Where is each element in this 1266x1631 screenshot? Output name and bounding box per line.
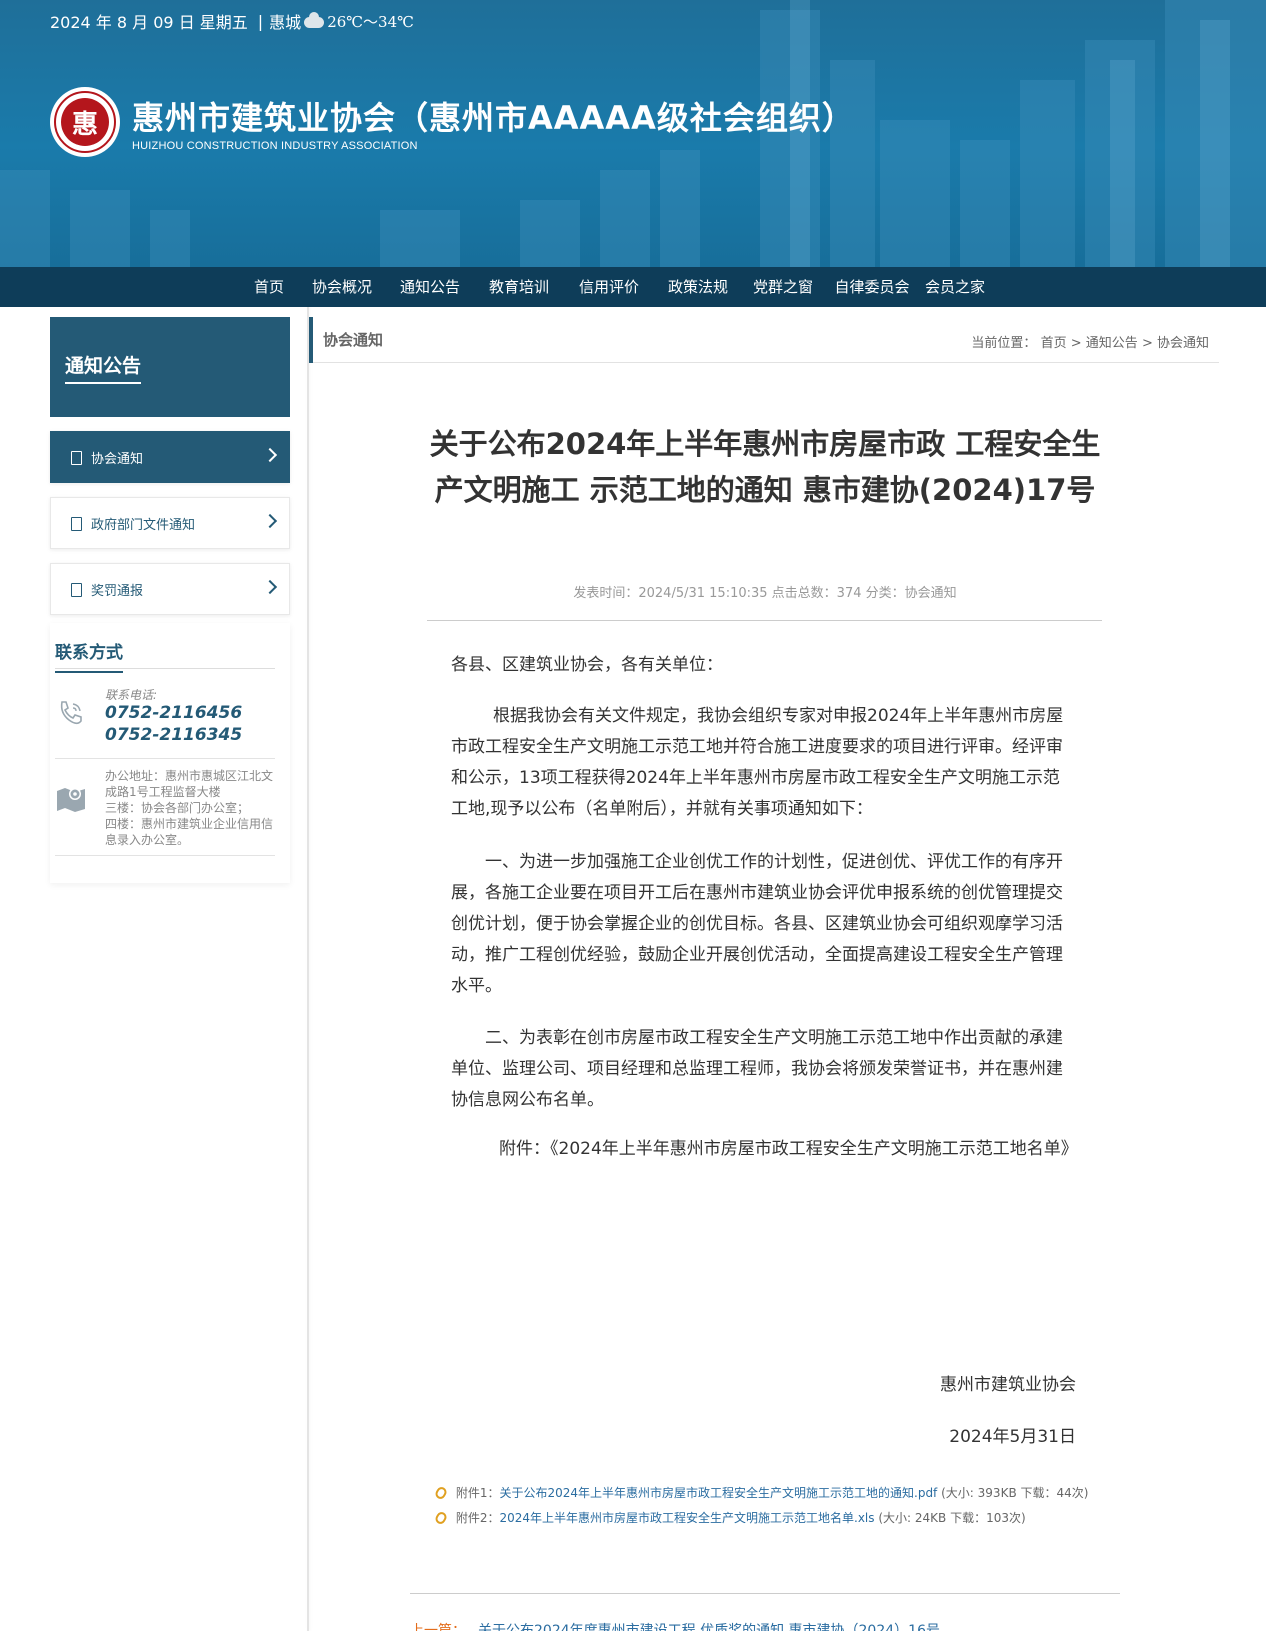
- signature: 惠州市建筑业协会: [940, 1375, 1076, 1395]
- breadcrumb-prefix: 当前位置：: [971, 336, 1037, 351]
- nav-item-4[interactable]: 信用评价: [564, 267, 654, 307]
- main-nav: 首页 协会概况 通知公告 教育培训 信用评价 政策法规 党群之窗 自律委员会 会员之家: [0, 267, 1266, 307]
- chevron-right-icon: [262, 447, 278, 463]
- site-header: 2024 年 8 月 09 日 星期五 | 惠城 26℃～34℃ 惠 惠州市建筑…: [0, 0, 1266, 267]
- attachment-1: 附件1：关于公布2024年上半年惠州市房屋市政工程安全生产文明施工示范工地的通知…: [433, 1484, 1088, 1501]
- article-meta: 发表时间：2024/5/31 15:10:35 点击总数：374 分类：协会通知: [573, 586, 957, 601]
- article-attachment-note: 附件：《2024年上半年惠州市房屋市政工程安全生产文明施工示范工地名单》: [499, 1139, 1078, 1159]
- date-weather-bar: 2024 年 8 月 09 日 星期五 | 惠城 26℃～34℃: [50, 9, 414, 33]
- previous-article-link[interactable]: 关于公布2024年度惠州市建设工程 优质奖的通知 惠市建协（2024）16号: [478, 1623, 940, 1631]
- paperclip-icon: [433, 1510, 449, 1526]
- phone-number-2: 0752-2116345: [105, 725, 243, 745]
- article-paragraph-2: 一、为进一步加强施工企业创优工作的计划性，促进创优、评优工作的有序开展，各施工企…: [451, 852, 1063, 996]
- article-title: 关于公布2024年上半年惠州市房屋市政 工程安全生产文明施工 示范工地的通知 惠…: [429, 427, 1101, 507]
- content-divider: [307, 307, 309, 1631]
- document-icon: [71, 451, 82, 465]
- nav-item-5[interactable]: 政策法规: [654, 267, 742, 307]
- document-icon: [71, 583, 82, 597]
- sidebar-item-label: 协会通知: [91, 452, 144, 467]
- article-paragraph-1: 根据我协会有关文件规定，我协会组织专家对申报2024年上半年惠州市房屋市政工程安…: [451, 706, 1064, 819]
- attachment-2-link[interactable]: 2024年上半年惠州市房屋市政工程安全生产文明施工示范工地名单.xls: [499, 1511, 874, 1525]
- previous-label: 上一篇：: [410, 1623, 466, 1631]
- site-logo[interactable]: 惠 惠州市建筑业协会（惠州市AAAAA级社会组织） HUIZHOU CONSTR…: [50, 87, 855, 157]
- cloud-icon: [304, 11, 325, 28]
- nav-item-8[interactable]: 会员之家: [920, 267, 990, 307]
- nav-item-1[interactable]: 协会概况: [298, 267, 386, 307]
- current-date: 2024 年 8 月 09 日 星期五: [50, 13, 248, 32]
- breadcrumb: 协会通知 当前位置： 首页 > 通知公告 > 协会通知: [309, 317, 1219, 363]
- nav-item-6[interactable]: 党群之窗: [742, 267, 824, 307]
- attachment-1-link[interactable]: 关于公布2024年上半年惠州市房屋市政工程安全生产文明施工示范工地的通知.pdf: [499, 1486, 937, 1500]
- association-seal-icon: 惠: [50, 87, 120, 157]
- phone-label: 联系电话:: [105, 688, 158, 702]
- sidebar-title: 通知公告: [50, 317, 290, 417]
- breadcrumb-current[interactable]: 协会通知: [1157, 336, 1209, 351]
- document-icon: [71, 517, 82, 531]
- phone-icon: [60, 701, 82, 725]
- chevron-right-icon: [262, 579, 278, 595]
- paperclip-icon: [433, 1485, 449, 1501]
- previous-article: 上一篇： 关于公布2024年度惠州市建设工程 优质奖的通知 惠市建协（2024）1…: [410, 1620, 940, 1631]
- contact-panel: 联系方式 联系电话: 0752-2116456 0752-2116345 办公地…: [50, 623, 290, 883]
- sidebar-item-rewards-penalties[interactable]: 奖罚通报: [50, 563, 290, 615]
- article-paragraph-3: 二、为表彰在创市房屋市政工程安全生产文明施工示范工地中作出贡献的承建单位、监理公…: [451, 1028, 1063, 1110]
- chevron-right-icon: [262, 513, 278, 529]
- sidebar-item-label: 政府部门文件通知: [91, 518, 196, 533]
- sign-date: 2024年5月31日: [949, 1427, 1076, 1447]
- site-name-en: HUIZHOU CONSTRUCTION INDUSTRY ASSOCIATIO…: [132, 139, 418, 152]
- phone-number-1: 0752-2116456: [105, 703, 243, 723]
- site-name-cn: 惠州市建筑业协会（惠州市AAAAA级社会组织）: [132, 98, 855, 137]
- breadcrumb-notice-link[interactable]: 通知公告: [1086, 336, 1138, 351]
- nav-item-7[interactable]: 自律委员会: [824, 267, 920, 307]
- nav-item-2[interactable]: 通知公告: [386, 267, 474, 307]
- sidebar-item-association-notice[interactable]: 协会通知: [50, 431, 290, 483]
- nav-item-0[interactable]: 首页: [240, 267, 298, 307]
- sidebar-item-government-notice[interactable]: 政府部门文件通知: [50, 497, 290, 549]
- sidebar-item-label: 奖罚通报: [91, 584, 144, 599]
- city-name: 惠城: [269, 13, 302, 32]
- separator: |: [257, 11, 264, 31]
- breadcrumb-path: 当前位置： 首页 > 通知公告 > 协会通知: [971, 336, 1209, 351]
- breadcrumb-home-link[interactable]: 首页: [1041, 336, 1067, 351]
- address-block: 办公地址：惠州市惠城区江北文成路1号工程监督大楼 三楼：协会各部门办公室； 四楼…: [105, 769, 274, 847]
- attachment-2: 附件2：2024年上半年惠州市房屋市政工程安全生产文明施工示范工地名单.xls …: [433, 1509, 1026, 1526]
- nav-item-3[interactable]: 教育培训: [474, 267, 564, 307]
- map-location-icon: [57, 788, 85, 812]
- temperature: 26℃～34℃: [327, 12, 414, 31]
- article-greeting: 各县、区建筑业协会，各有关单位：: [451, 655, 723, 675]
- section-title: 协会通知: [323, 331, 384, 349]
